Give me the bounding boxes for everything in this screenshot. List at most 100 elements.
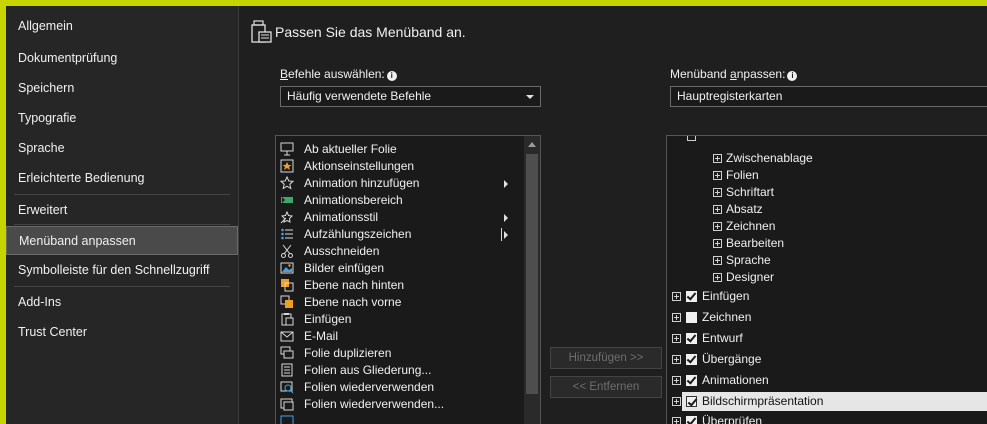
expand-icon[interactable] bbox=[672, 397, 681, 406]
scroll-up-icon[interactable] bbox=[528, 141, 536, 147]
outline-slides-icon bbox=[281, 363, 293, 377]
split-separator bbox=[501, 228, 502, 241]
options-sidebar: Allgemein Dokumentprüfung Speichern Typo… bbox=[6, 6, 239, 424]
list-item[interactable]: E-Mail bbox=[276, 328, 514, 345]
duplicate-slide-icon bbox=[280, 346, 294, 359]
sidebar-item-erleichterte-bedienung[interactable]: Erleichterte Bedienung bbox=[6, 164, 238, 193]
list-item[interactable]: Aufzählungszeichen bbox=[276, 226, 514, 243]
ribbon-tree[interactable]: Zwischenablage Folien Schriftart Absatz … bbox=[666, 135, 987, 424]
list-item[interactable]: Folien aus Gliederung... bbox=[276, 362, 514, 379]
tree-item[interactable]: Bearbeiten bbox=[667, 235, 987, 252]
info-icon[interactable]: i bbox=[386, 71, 397, 81]
expand-icon[interactable] bbox=[713, 222, 722, 231]
paste-icon bbox=[281, 313, 294, 326]
reuse-slides-icon bbox=[280, 381, 294, 394]
list-item[interactable]: Animationsstil bbox=[276, 209, 514, 226]
sidebar-item-typografie[interactable]: Typografie bbox=[6, 104, 238, 133]
commands-select-value: Häufig verwendete Befehle bbox=[287, 89, 432, 103]
expand-icon[interactable] bbox=[713, 256, 722, 265]
list-item[interactable]: Einfügen bbox=[276, 311, 514, 328]
sidebar-item-dokumentpruefung[interactable]: Dokumentprüfung bbox=[6, 44, 238, 73]
send-backward-icon bbox=[281, 279, 294, 292]
bullets-icon bbox=[281, 228, 293, 240]
tab-checkbox[interactable] bbox=[686, 291, 697, 302]
expand-icon[interactable] bbox=[713, 171, 722, 180]
tree-item[interactable]: Übergänge bbox=[667, 351, 987, 368]
expand-icon[interactable] bbox=[713, 154, 722, 163]
tab-checkbox[interactable] bbox=[686, 396, 697, 407]
expand-icon[interactable] bbox=[672, 313, 681, 322]
expand-icon[interactable] bbox=[672, 334, 681, 343]
expand-icon[interactable] bbox=[713, 239, 722, 248]
list-item[interactable]: Ebene nach vorne bbox=[276, 294, 514, 311]
list-item[interactable]: Animationsbereich bbox=[276, 192, 514, 209]
sidebar-divider bbox=[14, 286, 230, 287]
list-item[interactable]: Animation hinzufügen bbox=[276, 175, 514, 192]
sidebar-item-erweitert[interactable]: Erweitert bbox=[6, 196, 238, 225]
list-item[interactable]: Ebene nach hinten bbox=[276, 277, 514, 294]
expand-icon[interactable] bbox=[672, 376, 681, 385]
tree-item[interactable]: Überprüfen bbox=[667, 413, 987, 424]
tab-checkbox[interactable] bbox=[686, 354, 697, 365]
commands-select[interactable]: Häufig verwendete Befehle bbox=[280, 86, 541, 107]
tab-checkbox[interactable] bbox=[686, 375, 697, 386]
scrollbar-thumb[interactable] bbox=[526, 154, 538, 394]
page-title: Passen Sie das Menüband an. bbox=[275, 24, 466, 40]
commands-list[interactable]: Ab aktueller Folie Aktionseinstellungen … bbox=[275, 135, 541, 424]
tab-checkbox[interactable] bbox=[686, 416, 697, 424]
chevron-right-icon bbox=[504, 180, 508, 188]
slide-icon bbox=[280, 415, 294, 424]
expand-icon[interactable] bbox=[672, 417, 681, 424]
sidebar-item-sprache[interactable]: Sprache bbox=[6, 134, 238, 163]
add-button[interactable]: Hinzufügen >> bbox=[550, 347, 662, 369]
sidebar-item-allgemein[interactable]: Allgemein bbox=[6, 12, 238, 41]
tree-item[interactable]: Designer bbox=[667, 269, 987, 286]
cut-icon bbox=[281, 244, 293, 258]
sidebar-item-add-ins[interactable]: Add-Ins bbox=[6, 288, 238, 317]
sidebar-item-schnellzugriff[interactable]: Symbolleiste für den Schnellzugriff bbox=[6, 256, 238, 285]
tree-item[interactable]: Absatz bbox=[667, 201, 987, 218]
info-icon[interactable]: i bbox=[787, 71, 798, 81]
tree-item[interactable]: Folien bbox=[667, 167, 987, 184]
reuse-slides-icon bbox=[280, 398, 294, 411]
list-item[interactable]: Bilder einfügen bbox=[276, 260, 514, 277]
expand-icon[interactable] bbox=[713, 188, 722, 197]
list-item[interactable]: Ausschneiden bbox=[276, 243, 514, 260]
chevron-down-icon bbox=[526, 95, 534, 99]
list-item[interactable]: Ab aktueller Folie bbox=[276, 141, 514, 158]
expand-icon[interactable] bbox=[672, 292, 681, 301]
remove-button[interactable]: << Entfernen bbox=[550, 376, 662, 398]
customize-ribbon-panel: Passen Sie das Menüband an. Befehle ausw… bbox=[239, 6, 987, 424]
sidebar-divider bbox=[14, 194, 230, 195]
ribbon-label: Menüband anpassen: i bbox=[670, 67, 798, 81]
expand-icon[interactable] bbox=[713, 205, 722, 214]
tab-checkbox[interactable] bbox=[686, 333, 697, 344]
expand-icon[interactable] bbox=[713, 273, 722, 282]
tree-item[interactable]: Schriftart bbox=[667, 184, 987, 201]
tree-item-selected[interactable]: Bildschirmpräsentation bbox=[667, 393, 987, 410]
list-item[interactable]: Aktionseinstellungen bbox=[276, 158, 514, 175]
tree-item[interactable]: Zeichnen bbox=[667, 218, 987, 235]
sidebar-item-menueband-anpassen[interactable]: Menüband anpassen bbox=[6, 226, 238, 255]
sidebar-item-trust-center[interactable]: Trust Center bbox=[6, 318, 238, 347]
collapse-icon[interactable] bbox=[687, 136, 696, 141]
options-dialog: Allgemein Dokumentprüfung Speichern Typo… bbox=[6, 6, 987, 424]
tree-item[interactable]: Zeichnen bbox=[667, 309, 987, 326]
tree-item[interactable]: Sprache bbox=[667, 252, 987, 269]
bring-forward-icon bbox=[280, 295, 293, 308]
list-item[interactable] bbox=[276, 413, 514, 424]
tree-item[interactable]: Einfügen bbox=[667, 288, 987, 305]
animation-pane-icon bbox=[281, 197, 293, 203]
list-item[interactable]: Folien wiederverwenden bbox=[276, 379, 514, 396]
list-item[interactable]: Folie duplizieren bbox=[276, 345, 514, 362]
action-icon bbox=[280, 159, 294, 173]
sidebar-item-speichern[interactable]: Speichern bbox=[6, 74, 238, 103]
list-item[interactable]: Folien wiederverwenden... bbox=[276, 396, 514, 413]
commands-scrollbar[interactable] bbox=[524, 136, 540, 424]
expand-icon[interactable] bbox=[672, 355, 681, 364]
tree-item[interactable]: Animationen bbox=[667, 372, 987, 389]
tree-item[interactable]: Zwischenablage bbox=[667, 150, 987, 167]
ribbon-select[interactable]: Hauptregisterkarten bbox=[670, 86, 987, 107]
tab-checkbox[interactable] bbox=[686, 312, 697, 323]
tree-item[interactable]: Entwurf bbox=[667, 330, 987, 347]
